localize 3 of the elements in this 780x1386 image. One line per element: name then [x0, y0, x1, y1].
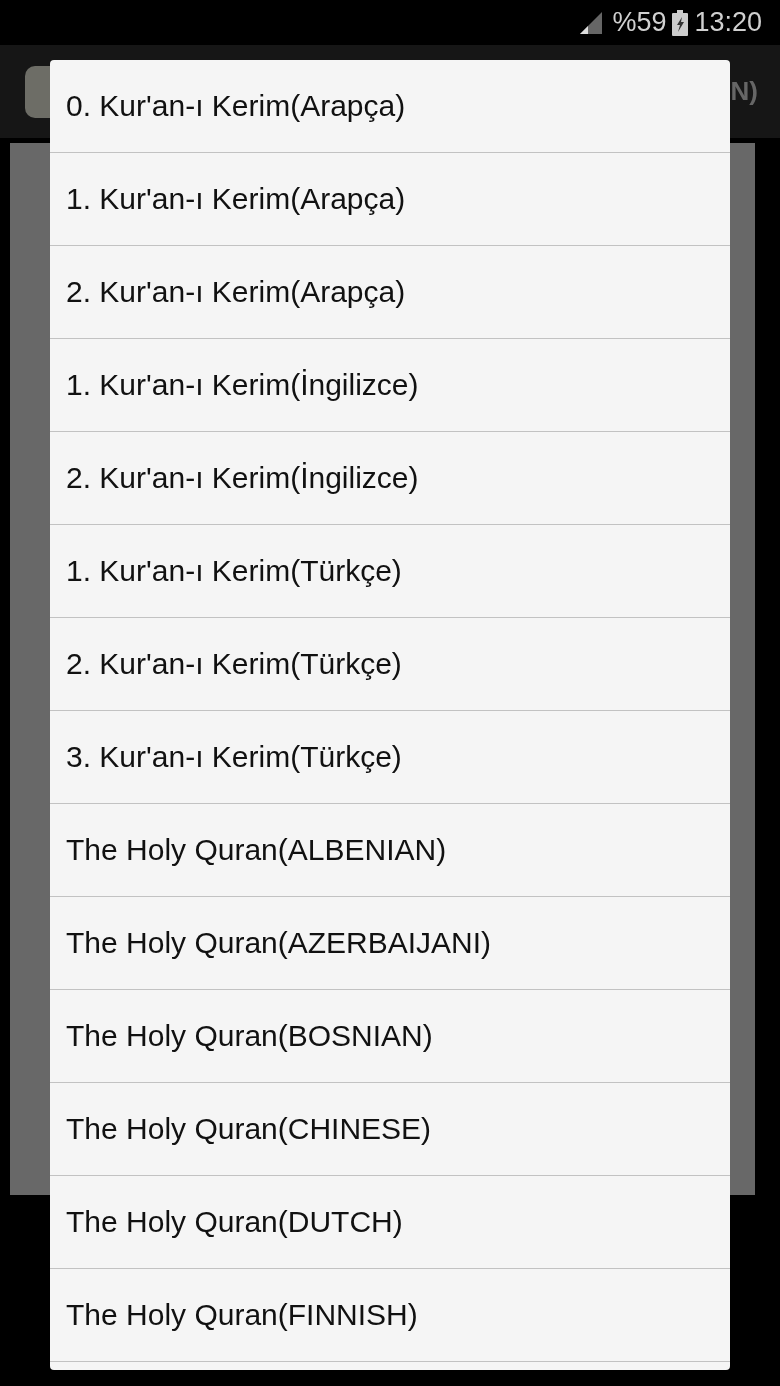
clock: 13:20 [694, 7, 762, 38]
app-title: N) [730, 76, 758, 107]
battery-percent: %59 [612, 7, 667, 38]
